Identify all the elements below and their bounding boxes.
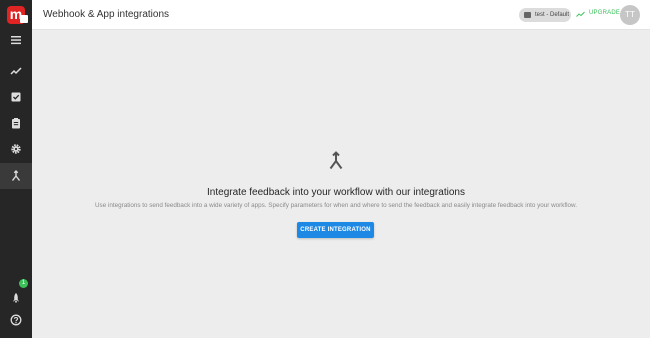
trend-icon <box>10 67 22 75</box>
upgrade-link[interactable]: UPGRADE <box>576 10 621 17</box>
workspace-label: test - Default <box>535 12 570 18</box>
sidebar-item-help[interactable] <box>0 307 32 333</box>
rocket-icon <box>13 293 19 303</box>
sidebar-item-integrations[interactable] <box>0 163 32 189</box>
upgrade-label: UPGRADE <box>589 10 621 16</box>
notification-badge: 1 <box>19 279 28 288</box>
workspace-selector[interactable]: test - Default <box>519 8 571 22</box>
merge-icon <box>329 151 343 170</box>
sidebar-item-tasks[interactable] <box>0 84 32 110</box>
logo-badge <box>20 15 28 23</box>
sidebar-item-analytics[interactable] <box>0 58 32 84</box>
page-title: Webhook & App integrations <box>43 9 170 20</box>
clipboard-icon <box>12 118 20 129</box>
menu-icon <box>11 36 21 45</box>
avatar[interactable]: TT <box>620 5 640 25</box>
create-integration-button[interactable]: CREATE INTEGRATION <box>297 222 374 238</box>
top-bar: Webhook & App integrations test - Defaul… <box>32 0 650 30</box>
main-content: Integrate feedback into your workflow wi… <box>32 30 650 338</box>
empty-state-heading: Integrate feedback into your workflow wi… <box>207 187 465 198</box>
checklist-icon <box>11 92 21 102</box>
gear-icon <box>11 144 21 154</box>
merge-icon <box>11 170 21 181</box>
menu-toggle-button[interactable] <box>0 27 32 53</box>
workspace-icon <box>524 12 531 18</box>
help-icon <box>10 314 22 326</box>
sidebar: m 1 <box>0 0 32 338</box>
sidebar-item-reports[interactable] <box>0 110 32 136</box>
sidebar-item-settings[interactable] <box>0 136 32 162</box>
upgrade-trend-icon <box>576 11 585 17</box>
empty-state-description: Use integrations to send feedback into a… <box>95 202 577 209</box>
